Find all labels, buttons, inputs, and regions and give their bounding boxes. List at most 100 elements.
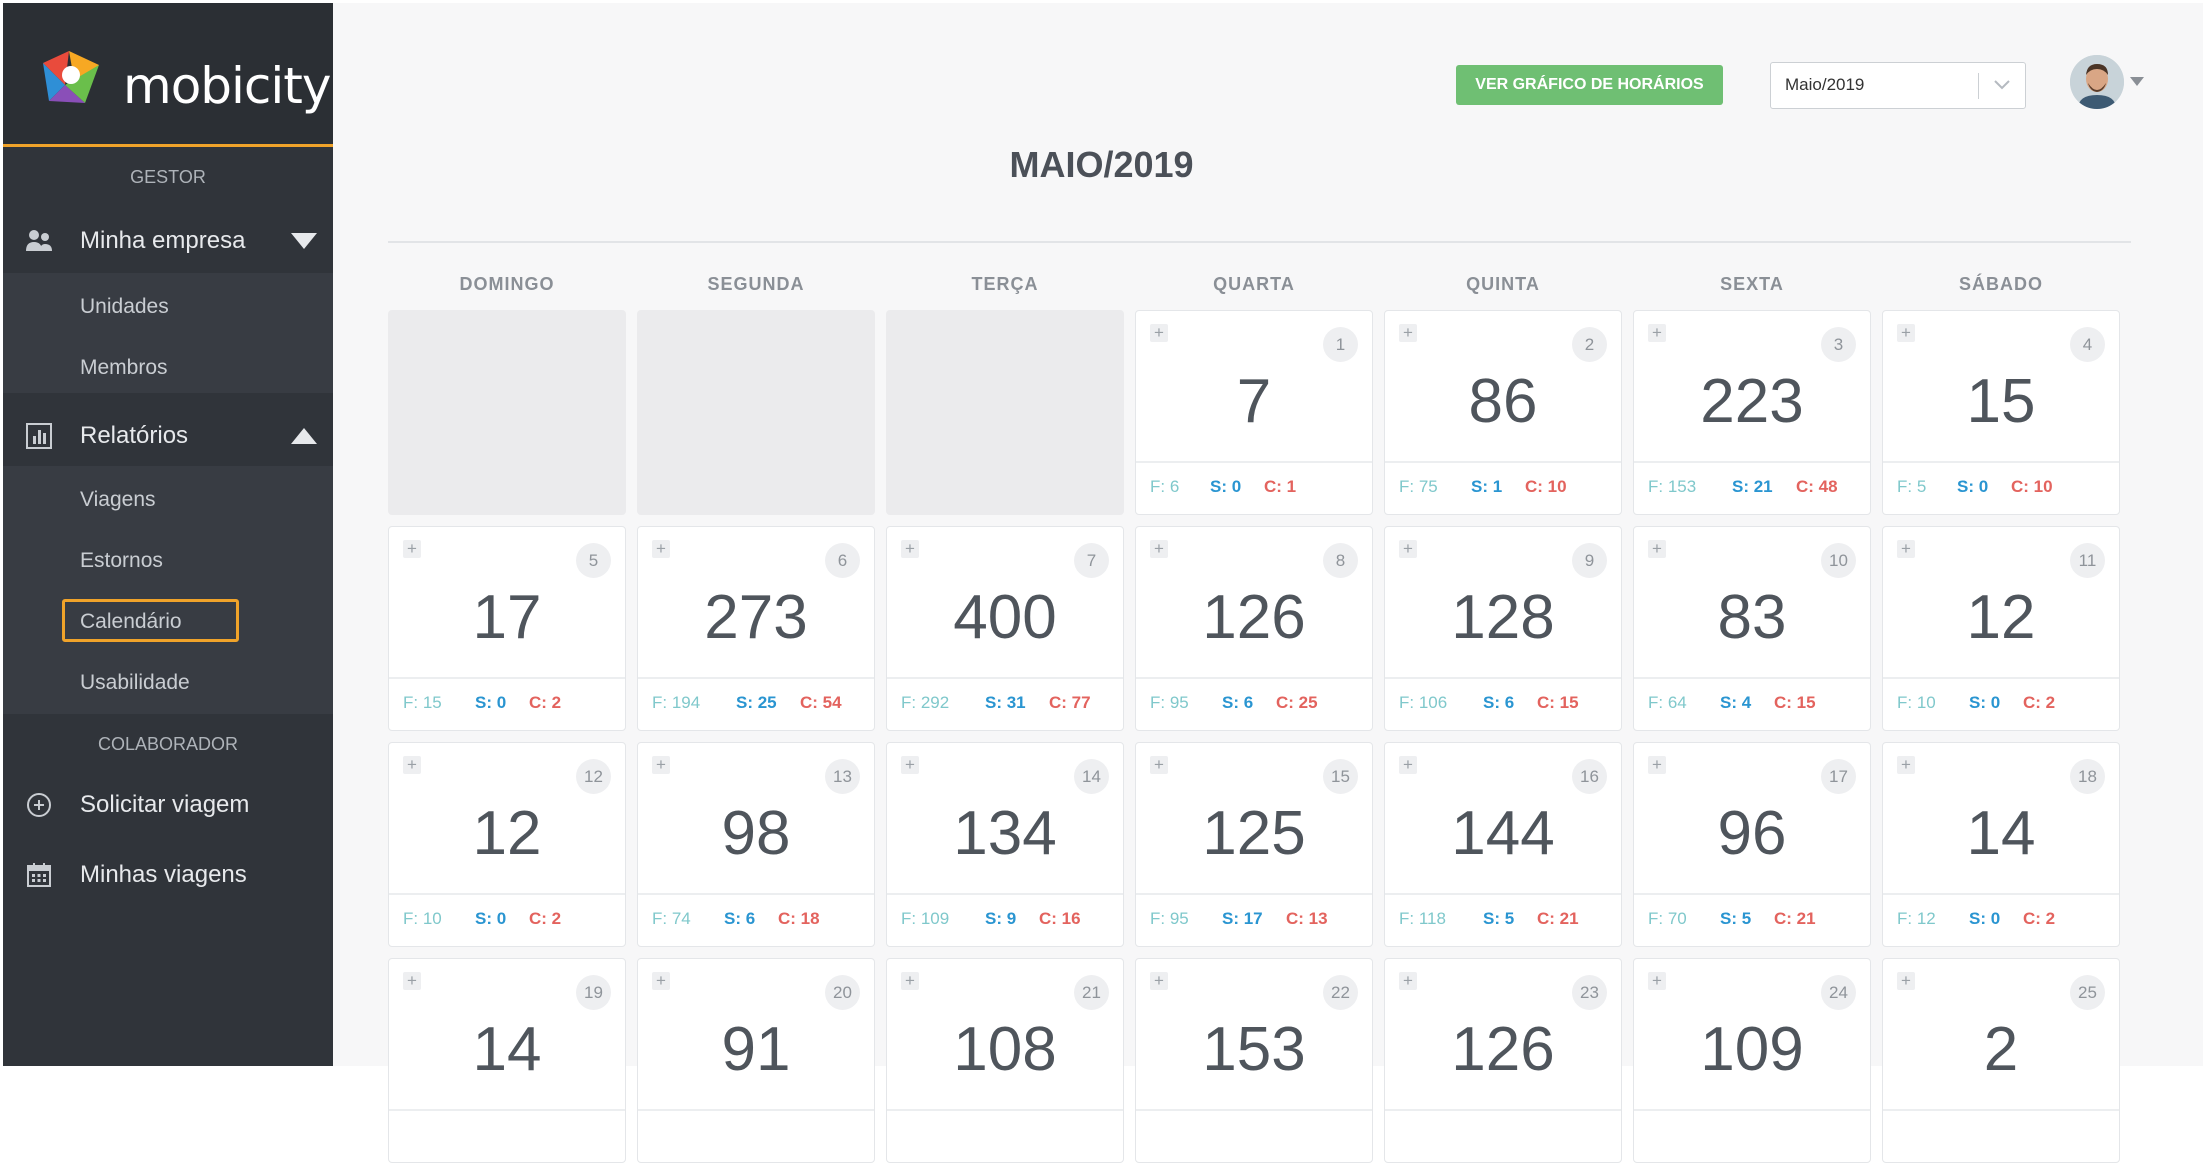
stat-c: C: 13 xyxy=(1286,909,1328,928)
day-cell[interactable]: +20 91 xyxy=(637,958,875,1163)
add-trip-button[interactable]: + xyxy=(901,756,919,774)
day-cell[interactable]: +9 128 F: 106 S: 6 C: 15 xyxy=(1384,526,1622,731)
mobicity-logo-icon xyxy=(43,51,99,103)
add-trip-button[interactable]: + xyxy=(1648,540,1666,558)
day-cell[interactable]: +11 12 F: 10 S: 0 C: 2 xyxy=(1882,526,2120,731)
add-trip-button[interactable]: + xyxy=(1897,756,1915,774)
nav-minha-empresa[interactable]: Minha empresa xyxy=(3,211,333,271)
day-cell[interactable]: +4 15 F: 5 S: 0 C: 10 xyxy=(1882,310,2120,515)
day-cell[interactable]: +10 83 F: 64 S: 4 C: 15 xyxy=(1633,526,1871,731)
add-trip-button[interactable]: + xyxy=(1399,972,1417,990)
add-trip-button[interactable]: + xyxy=(1897,540,1915,558)
day-total: 134 xyxy=(953,799,1057,868)
day-cell[interactable]: +5 17 F: 15 S: 0 C: 2 xyxy=(388,526,626,731)
add-trip-button[interactable]: + xyxy=(1648,756,1666,774)
add-trip-button[interactable]: + xyxy=(1150,972,1168,990)
stat-f: F: 95 xyxy=(1150,693,1189,712)
add-trip-button[interactable]: + xyxy=(1897,324,1915,342)
sidebar-item-estornos[interactable]: Estornos xyxy=(80,549,163,573)
stat-s: S: 0 xyxy=(1969,909,2001,928)
sidebar-item-unidades[interactable]: Unidades xyxy=(80,295,169,319)
stat-c: C: 16 xyxy=(1039,909,1081,928)
nav-relatorios[interactable]: Relatórios xyxy=(3,406,333,466)
add-trip-button[interactable]: + xyxy=(403,756,421,774)
day-cell[interactable]: +6 273 F: 194 S: 25 C: 54 xyxy=(637,526,875,731)
stat-s: S: 21 xyxy=(1732,477,1773,496)
day-cell[interactable]: +1 7 F: 6 S: 0 C: 1 xyxy=(1135,310,1373,515)
sidebar-item-membros[interactable]: Membros xyxy=(80,356,168,380)
sidebar-item-calendario[interactable]: Calendário xyxy=(80,610,182,634)
nav-solicitar-viagem[interactable]: Solicitar viagem xyxy=(3,775,333,835)
day-total: 2 xyxy=(1983,1015,2019,1084)
add-trip-button[interactable]: + xyxy=(1648,972,1666,990)
day-cell[interactable]: +13 98 F: 74 S: 6 C: 18 xyxy=(637,742,875,947)
day-cell[interactable]: +21 108 xyxy=(886,958,1124,1163)
sidebar-item-usabilidade[interactable]: Usabilidade xyxy=(80,671,190,695)
day-cell[interactable]: +24 109 xyxy=(1633,958,1871,1163)
stat-c: C: 54 xyxy=(800,693,842,712)
stat-s: S: 9 xyxy=(985,909,1017,928)
day-total: 126 xyxy=(1451,1015,1555,1084)
add-trip-button[interactable]: + xyxy=(652,972,670,990)
sidebar-item-viagens[interactable]: Viagens xyxy=(80,488,156,512)
day-cell[interactable]: +14 134 F: 109 S: 9 C: 16 xyxy=(886,742,1124,947)
add-trip-button[interactable]: + xyxy=(1648,324,1666,342)
day-cell[interactable]: +25 2 xyxy=(1882,958,2120,1163)
stat-s: S: 25 xyxy=(736,693,777,712)
add-trip-button[interactable]: + xyxy=(1897,972,1915,990)
add-trip-button[interactable]: + xyxy=(1150,756,1168,774)
weekday-header: TERÇA xyxy=(971,274,1039,294)
day-cell[interactable]: +8 126 F: 95 S: 6 C: 25 xyxy=(1135,526,1373,731)
day-cell[interactable]: +15 125 F: 95 S: 17 C: 13 xyxy=(1135,742,1373,947)
stat-c: C: 48 xyxy=(1796,477,1838,496)
stat-f: F: 75 xyxy=(1399,477,1438,496)
day-cell[interactable]: +19 14 xyxy=(388,958,626,1163)
day-number: 16 xyxy=(1572,759,1607,794)
day-total: 7 xyxy=(1236,367,1272,436)
add-trip-button[interactable]: + xyxy=(403,972,421,990)
day-number: 14 xyxy=(1074,759,1109,794)
add-trip-button[interactable]: + xyxy=(403,540,421,558)
stat-f: F: 6 xyxy=(1150,477,1180,496)
stat-s: S: 1 xyxy=(1471,477,1503,496)
add-trip-button[interactable]: + xyxy=(901,540,919,558)
day-cell[interactable]: +2 86 F: 75 S: 1 C: 10 xyxy=(1384,310,1622,515)
add-trip-button[interactable]: + xyxy=(652,756,670,774)
day-cell[interactable]: +22 153 xyxy=(1135,958,1373,1163)
month-select[interactable]: Maio/2019 xyxy=(1770,62,2026,109)
day-cell[interactable]: +16 144 F: 118 S: 5 C: 21 xyxy=(1384,742,1622,947)
stat-f: F: 70 xyxy=(1648,909,1687,928)
stat-s: S: 0 xyxy=(1210,477,1242,496)
add-trip-button[interactable]: + xyxy=(901,972,919,990)
day-cell[interactable]: +3 223 F: 153 S: 21 C: 48 xyxy=(1633,310,1871,515)
day-number: 18 xyxy=(2070,759,2105,794)
add-trip-button[interactable]: + xyxy=(1399,756,1417,774)
nav-minhas-viagens[interactable]: Minhas viagens xyxy=(3,845,333,905)
stat-f: F: 106 xyxy=(1399,693,1448,712)
weekday-header: SÁBADO xyxy=(1958,274,2043,294)
day-breakdown: F: 15 S: 0 C: 2 xyxy=(389,677,625,730)
day-cell[interactable]: +17 96 F: 70 S: 5 C: 21 xyxy=(1633,742,1871,947)
avatar-caret-icon[interactable] xyxy=(2130,77,2144,86)
logo-area[interactable]: mobicity xyxy=(3,3,333,147)
day-cell[interactable]: +18 14 F: 12 S: 0 C: 2 xyxy=(1882,742,2120,947)
stat-c: C: 2 xyxy=(529,693,562,712)
day-cell[interactable]: +12 12 F: 10 S: 0 C: 2 xyxy=(388,742,626,947)
user-avatar[interactable] xyxy=(2070,55,2124,109)
day-cell[interactable]: +7 400 F: 292 S: 31 C: 77 xyxy=(886,526,1124,731)
stat-f: F: 153 xyxy=(1648,477,1697,496)
add-trip-button[interactable]: + xyxy=(1399,324,1417,342)
day-cell[interactable]: +23 126 xyxy=(1384,958,1622,1163)
stat-f: F: 12 xyxy=(1897,909,1936,928)
add-trip-button[interactable]: + xyxy=(1399,540,1417,558)
section-colaborador: COLABORADOR xyxy=(97,734,239,754)
day-breakdown: F: 10 S: 0 C: 2 xyxy=(1883,677,2119,730)
add-trip-button[interactable]: + xyxy=(1150,324,1168,342)
nav-relatorios-label: Relatórios xyxy=(80,422,189,449)
add-trip-button[interactable]: + xyxy=(1150,540,1168,558)
stat-s: S: 0 xyxy=(475,693,507,712)
view-schedule-chart-button[interactable]: VER GRÁFICO DE HORÁRIOS xyxy=(1456,65,1723,105)
day-breakdown: F: 75 S: 1 C: 10 xyxy=(1385,461,1621,514)
stat-c: C: 25 xyxy=(1276,693,1318,712)
add-trip-button[interactable]: + xyxy=(652,540,670,558)
